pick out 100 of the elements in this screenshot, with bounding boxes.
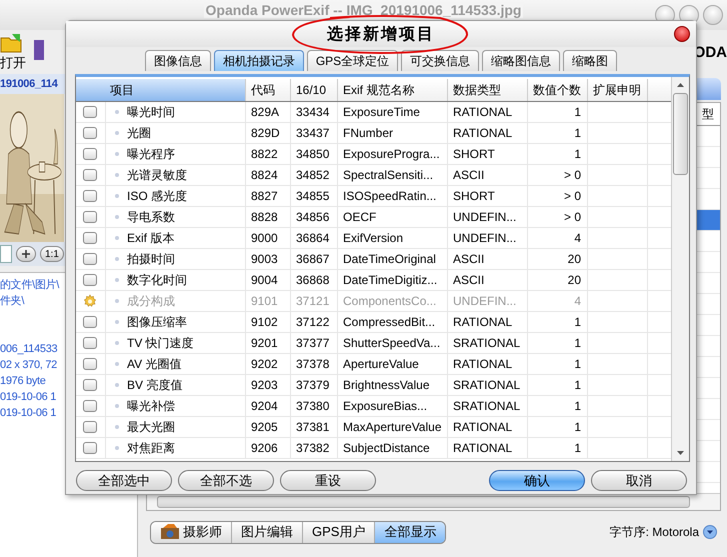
table-cell: 9101 (246, 291, 291, 311)
item-name: 对焦距离 (127, 440, 175, 456)
table-cell: 9201 (246, 333, 291, 353)
scroll-down-icon[interactable] (677, 451, 684, 455)
table-cell: ComponentsCo... (338, 291, 448, 311)
table-row[interactable]: 导电系数 8828 34856 OECF UNDEFIN... > 0 (76, 207, 671, 228)
dialog-button[interactable]: 重设 (280, 470, 376, 491)
vertical-scrollbar[interactable] (671, 77, 689, 461)
tab[interactable]: 缩略图信息 (482, 50, 560, 71)
tab[interactable]: 可交换信息 (401, 50, 480, 71)
checkbox[interactable] (83, 400, 97, 412)
checkbox[interactable] (83, 211, 97, 223)
actual-size-button[interactable]: 1:1 (40, 246, 64, 262)
column-header[interactable]: 代码 (246, 79, 291, 101)
table-cell: 34855 (291, 186, 338, 206)
scroll-thumb[interactable] (157, 496, 690, 508)
table-row[interactable]: ISO 感光度 8827 34855 ISOSpeedRatin... SHORT > 0 (76, 186, 671, 207)
table-row[interactable]: 曝光补偿 9204 37380 ExposureBias... SRATIONAL 1 (76, 396, 671, 417)
checkbox[interactable] (83, 169, 97, 181)
table-row[interactable]: 光圈 829D 33437 FNumber RATIONAL 1 (76, 123, 671, 144)
zoom-in-button[interactable] (16, 246, 36, 262)
bullet-icon (115, 341, 119, 345)
checkbox[interactable] (83, 253, 97, 265)
file-info: 019-10-06 1 (0, 390, 56, 405)
table-cell: 9102 (246, 312, 291, 332)
checkbox[interactable] (83, 106, 97, 118)
checkbox[interactable] (83, 148, 97, 160)
table-row[interactable]: 曝光时间 829A 33434 ExposureTime RATIONAL 1 (76, 102, 671, 123)
checkbox[interactable] (83, 358, 97, 370)
checkbox[interactable] (83, 421, 97, 433)
column-header[interactable]: 项目 (76, 79, 246, 101)
zoom-field[interactable] (0, 245, 12, 263)
table-cell: RATIONAL (448, 438, 528, 458)
table-row[interactable]: 最大光圈 9205 37381 MaxApertureValue RATIONAL 1 (76, 417, 671, 438)
table-row[interactable]: 光谱灵敏度 8824 34852 SpectralSensiti... ASCII > 0 (76, 165, 671, 186)
column-header[interactable]: 数据类型 (448, 79, 528, 101)
close-button[interactable] (674, 26, 690, 42)
folder-icon (0, 32, 24, 54)
dialog-button[interactable]: 全部不选 (178, 470, 274, 491)
table-cell: > 0 (528, 165, 588, 185)
column-header[interactable]: 数值个数 (528, 79, 588, 101)
item-name: 曝光程序 (127, 146, 175, 162)
table-cell: 37378 (291, 354, 338, 374)
table-cell: ASCII (448, 270, 528, 290)
table-row[interactable]: 图像压缩率 9102 37122 CompressedBit... RATIONAL 1 (76, 312, 671, 333)
view-tab[interactable]: GPS用户 (303, 522, 376, 542)
column-header[interactable]: 16/10 (291, 79, 338, 101)
scroll-thumb[interactable] (673, 93, 688, 175)
dropdown-icon[interactable] (703, 525, 717, 539)
item-name: 成分构成 (127, 292, 175, 310)
table-cell: RATIONAL (448, 312, 528, 332)
table-row[interactable]: BV 亮度值 9203 37379 BrightnessValue SRATIONAL 1 (76, 375, 671, 396)
table-row[interactable]: Exif 版本 9000 36864 ExifVersion UNDEFIN... 4 (76, 228, 671, 249)
table-row[interactable]: 曝光程序 8822 34850 ExposureProgra... SHORT 1 (76, 144, 671, 165)
open-button[interactable]: 打开 (0, 32, 26, 72)
item-name: Exif 版本 (127, 230, 174, 246)
table-cell: 37122 (291, 312, 338, 332)
table-cell: SHORT (448, 186, 528, 206)
table-cell: MaxApertureValue (338, 417, 448, 437)
tab[interactable]: 图像信息 (144, 50, 211, 71)
table-cell: 9004 (246, 270, 291, 290)
dialog-button[interactable]: 全部选中 (76, 470, 172, 491)
view-tab[interactable]: 摄影师 (151, 522, 232, 542)
tab[interactable]: 缩略图 (563, 50, 618, 71)
tab[interactable]: 相机拍摄记录 (214, 50, 304, 71)
bullet-icon (115, 257, 119, 261)
table-row[interactable]: 数字化时间 9004 36868 DateTimeDigitiz... ASCII 20 (76, 270, 671, 291)
table-row[interactable]: 拍摄时间 9003 36867 DateTimeOriginal ASCII 20 (76, 249, 671, 270)
checkbox[interactable] (83, 442, 97, 454)
dialog-button[interactable]: 确认 (489, 470, 585, 491)
table-row[interactable]: 对焦距离 9206 37382 SubjectDistance RATIONAL 1 (76, 438, 671, 459)
table-cell: DateTimeDigitiz... (338, 270, 448, 290)
checkbox[interactable] (83, 232, 97, 244)
table-row[interactable]: TV 快门速度 9201 37377 ShutterSpeedVa... SRATIONAL 1 (76, 333, 671, 354)
scroll-up-icon[interactable] (677, 83, 684, 87)
checkbox[interactable] (83, 127, 97, 139)
table-cell: 20 (528, 270, 588, 290)
dialog-button[interactable]: 取消 (591, 470, 687, 491)
table-cell: UNDEFIN... (448, 228, 528, 248)
tab[interactable]: GPS全球定位 (306, 50, 398, 71)
bullet-icon (115, 236, 119, 240)
table-cell: 8828 (246, 207, 291, 227)
checkbox[interactable] (83, 337, 97, 349)
item-name: 导电系数 (127, 208, 175, 226)
bullet-icon (115, 446, 119, 450)
item-name: AV 光圈值 (127, 356, 182, 372)
checkbox[interactable] (83, 379, 97, 391)
checkbox[interactable] (83, 190, 97, 202)
column-header[interactable]: Exif 规范名称 (338, 79, 448, 101)
table-cell: 1 (528, 312, 588, 332)
table-cell: 37381 (291, 417, 338, 437)
table-cell: SpectralSensiti... (338, 165, 448, 185)
checkbox[interactable] (83, 316, 97, 328)
view-tab[interactable]: 全部显示 (375, 522, 446, 542)
table-row[interactable]: AV 光圈值 9202 37378 ApertureValue RATIONAL 1 (76, 354, 671, 375)
table-cell: 4 (528, 291, 588, 311)
view-tab[interactable]: 图片编辑 (232, 522, 303, 542)
column-header[interactable]: 扩展申明 (588, 79, 648, 101)
checkbox[interactable] (83, 274, 97, 286)
bullet-icon (115, 110, 119, 114)
